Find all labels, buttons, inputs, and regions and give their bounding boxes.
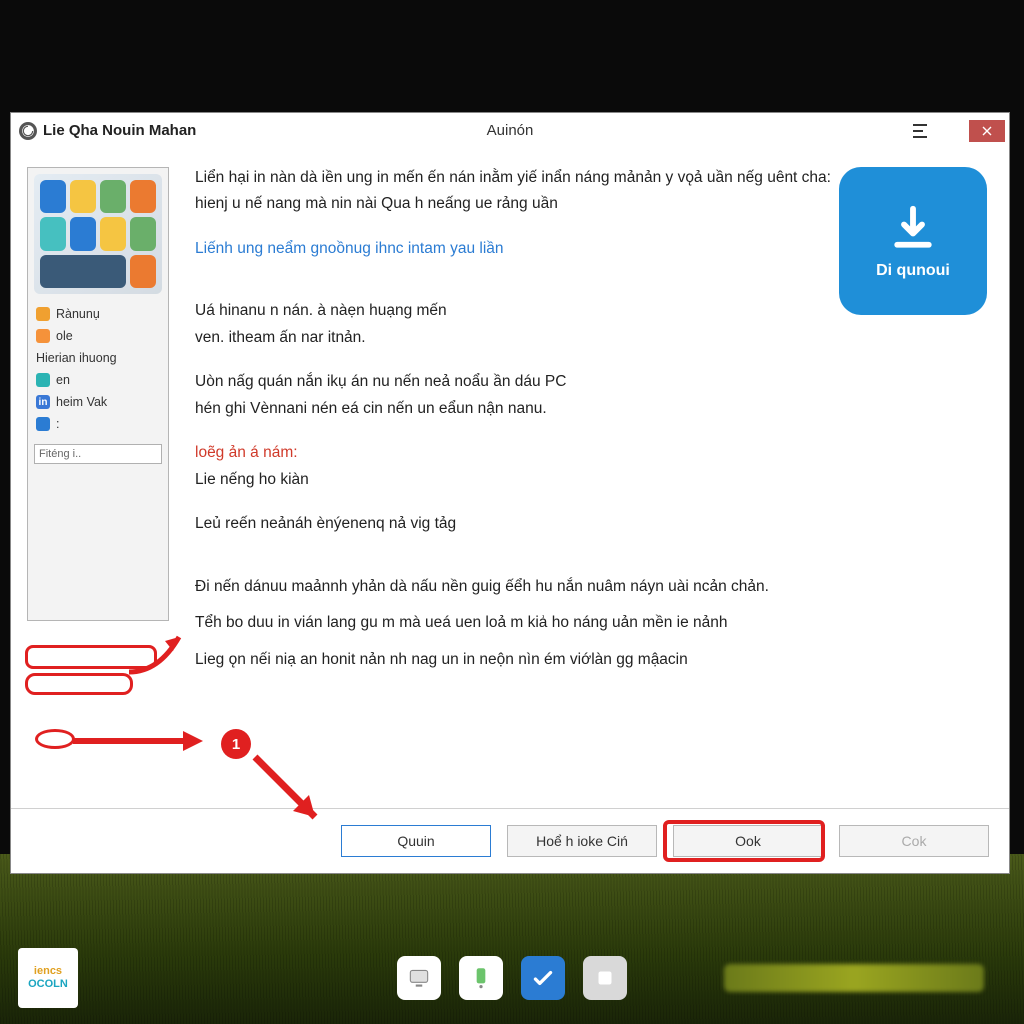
paragraph: Leủ reến neảnáh ènýenenq nả vig tảg (195, 513, 977, 535)
taskbar-icon[interactable] (397, 956, 441, 1000)
taskbar-blur (724, 964, 984, 992)
annotation-circle (35, 729, 75, 749)
sidebar-item-label: Hierian ihuong (36, 351, 117, 365)
download-icon (886, 202, 940, 256)
paragraph: Đi nến dánuu maảnnh yhản dà nấu nền guig… (195, 576, 977, 598)
dialog-footer: Quuin Hoể h ioke Ciń Ook Cok (11, 808, 1009, 873)
paragraph: Lie nếng ho kiàn (195, 469, 977, 491)
annotation-highlight (25, 645, 157, 669)
download-badge[interactable]: Di qunoui (839, 167, 987, 315)
taskbar-icon[interactable] (521, 956, 565, 1000)
warning-heading: loẽg ản á nám: (195, 442, 977, 464)
installer-dialog: Lie Qha Nouin Mahan Auinón Rànunụ ole Hi… (10, 112, 1010, 874)
taskbar-icon[interactable] (459, 956, 503, 1000)
window-subtitle: Auinón (487, 122, 534, 139)
paragraph: Uòn nấg quán nắn ikụ án nu nến neả noẩu … (195, 371, 977, 393)
app-icon (19, 122, 37, 140)
taskbar: iencs OCOLN (0, 942, 1024, 1014)
sidebar-item[interactable]: ole (34, 326, 162, 346)
sidebar-item[interactable]: en (34, 370, 162, 390)
secondary-button[interactable]: Hoể h ioke Ciń (507, 825, 657, 857)
annotation-highlight (25, 673, 133, 695)
sidebar-item[interactable]: Rànunụ (34, 304, 162, 324)
sidebar-item[interactable]: : (34, 414, 162, 434)
titlebar: Lie Qha Nouin Mahan Auinón (11, 113, 1009, 149)
badge-label: Di qunoui (876, 262, 950, 280)
paragraph: ven. itheam ấn nar itnản. (195, 327, 977, 349)
sidebar-preview (34, 174, 162, 294)
sidebar: Rànunụ ole Hierian ihuong en inheim Vak … (27, 167, 169, 621)
menu-icon[interactable] (913, 124, 931, 138)
sidebar-item-label: ole (56, 329, 73, 343)
sidebar-item[interactable]: inheim Vak (34, 392, 162, 412)
ok-button[interactable]: Ook (673, 825, 823, 857)
sidebar-input[interactable]: Fiténg i.. (34, 444, 162, 464)
paragraph: Lieg ǫn nếi niạ an honit nản nh nag un i… (195, 649, 977, 671)
paragraph: Tểh bo duu in vián lang gu m mà ueá uen … (195, 612, 977, 634)
cancel-button[interactable]: Cok (839, 825, 989, 857)
taskbar-icon[interactable] (583, 956, 627, 1000)
sidebar-item-label: : (56, 417, 59, 431)
taskbar-start-icon[interactable]: iencs OCOLN (18, 948, 78, 1008)
sidebar-item-label: en (56, 373, 70, 387)
close-button[interactable] (969, 120, 1005, 142)
sidebar-item[interactable]: Hierian ihuong (34, 348, 162, 368)
sidebar-item-label: Rànunụ (56, 307, 100, 321)
app-title: Lie Qha Nouin Mahan (43, 122, 196, 139)
sidebar-item-label: heim Vak (56, 395, 107, 409)
paragraph: hén ghi Vènnani nén eá cin nến un eẩun n… (195, 398, 977, 420)
primary-button[interactable]: Quuin (341, 825, 491, 857)
